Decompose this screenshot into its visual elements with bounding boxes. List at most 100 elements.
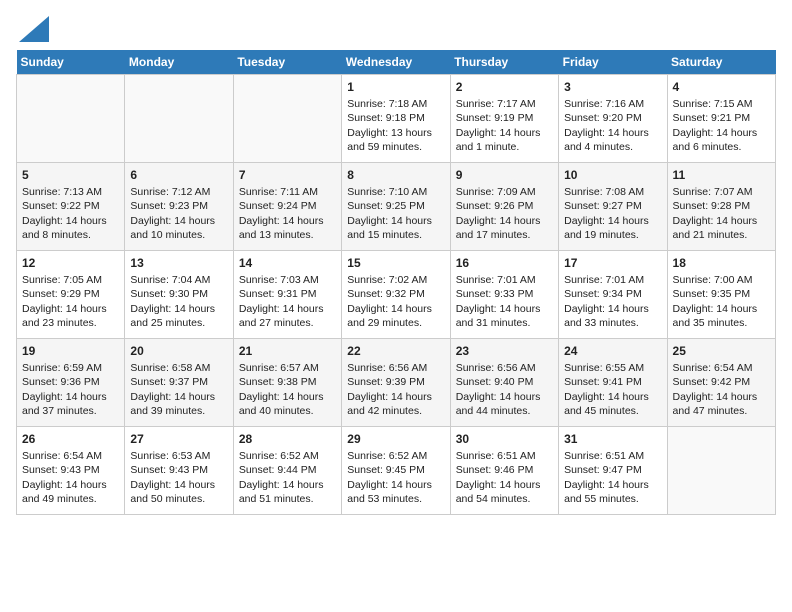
day-number: 30: [456, 431, 553, 447]
calendar-cell: 28Sunrise: 6:52 AMSunset: 9:44 PMDayligh…: [233, 427, 341, 515]
day-number: 31: [564, 431, 661, 447]
calendar-cell: 17 Sunrise: 7:01 AMSunset: 9:34 PMDayligh…: [559, 251, 667, 339]
calendar-cell: 29Sunrise: 6:52 AMSunset: 9:45 PMDayligh…: [342, 427, 450, 515]
sunset-time: Sunset: 9:20 PM: [564, 111, 661, 125]
calendar-cell: 18Sunrise: 7:00 AMSunset: 9:35 PMDayligh…: [667, 251, 775, 339]
daylight-hours: Daylight: 13 hours and 59 minutes.: [347, 126, 444, 154]
sunset-time: Sunset: 9:30 PM: [130, 287, 227, 301]
day-of-week-header: Wednesday: [342, 50, 450, 75]
sunset-time: Sunset: 9:26 PM: [456, 199, 553, 213]
daylight-hours: Daylight: 14 hours and 53 minutes.: [347, 478, 444, 506]
sunset-time: Sunset: 9:24 PM: [239, 199, 336, 213]
day-number: 18: [673, 255, 770, 271]
calendar-cell: [125, 75, 233, 163]
day-number: 6: [130, 167, 227, 183]
daylight-hours: Daylight: 14 hours and 39 minutes.: [130, 390, 227, 418]
calendar-cell: 16Sunrise: 7:01 AMSunset: 9:33 PMDayligh…: [450, 251, 558, 339]
sunrise-time: Sunrise: 7:01 AM: [564, 273, 661, 287]
day-number: 23: [456, 343, 553, 359]
daylight-hours: Daylight: 14 hours and 40 minutes.: [239, 390, 336, 418]
day-number: 11: [673, 167, 770, 183]
sunrise-time: Sunrise: 7:09 AM: [456, 185, 553, 199]
sunrise-time: Sunrise: 7:13 AM: [22, 185, 119, 199]
daylight-hours: Daylight: 14 hours and 44 minutes.: [456, 390, 553, 418]
calendar-cell: [667, 427, 775, 515]
sunset-time: Sunset: 9:34 PM: [564, 287, 661, 301]
calendar-cell: 22Sunrise: 6:56 AMSunset: 9:39 PMDayligh…: [342, 339, 450, 427]
day-number: 15: [347, 255, 444, 271]
calendar-cell: 21Sunrise: 6:57 AMSunset: 9:38 PMDayligh…: [233, 339, 341, 427]
sunrise-time: Sunrise: 6:52 AM: [347, 449, 444, 463]
sunrise-time: Sunrise: 7:00 AM: [673, 273, 770, 287]
calendar-cell: 27Sunrise: 6:53 AMSunset: 9:43 PMDayligh…: [125, 427, 233, 515]
day-number: 7: [239, 167, 336, 183]
sunrise-time: Sunrise: 6:56 AM: [347, 361, 444, 375]
calendar-cell: 11Sunrise: 7:07 AMSunset: 9:28 PMDayligh…: [667, 163, 775, 251]
daylight-hours: Daylight: 14 hours and 47 minutes.: [673, 390, 770, 418]
day-number: 22: [347, 343, 444, 359]
day-of-week-header: Monday: [125, 50, 233, 75]
day-number: 20: [130, 343, 227, 359]
day-number: 21: [239, 343, 336, 359]
day-number: 4: [673, 79, 770, 95]
sunset-time: Sunset: 9:39 PM: [347, 375, 444, 389]
sunrise-time: Sunrise: 7:08 AM: [564, 185, 661, 199]
sunrise-time: Sunrise: 6:55 AM: [564, 361, 661, 375]
logo-icon: [19, 16, 49, 42]
calendar-cell: 12Sunrise: 7:05 AMSunset: 9:29 PMDayligh…: [17, 251, 125, 339]
day-number: 27: [130, 431, 227, 447]
sunrise-time: Sunrise: 6:53 AM: [130, 449, 227, 463]
daylight-hours: Daylight: 14 hours and 37 minutes.: [22, 390, 119, 418]
day-of-week-header: Tuesday: [233, 50, 341, 75]
daylight-hours: Daylight: 14 hours and 27 minutes.: [239, 302, 336, 330]
sunrise-time: Sunrise: 6:58 AM: [130, 361, 227, 375]
calendar-cell: 2Sunrise: 7:17 AMSunset: 9:19 PMDaylight…: [450, 75, 558, 163]
sunrise-time: Sunrise: 6:51 AM: [456, 449, 553, 463]
calendar-cell: 19Sunrise: 6:59 AMSunset: 9:36 PMDayligh…: [17, 339, 125, 427]
day-number: 5: [22, 167, 119, 183]
sunset-time: Sunset: 9:28 PM: [673, 199, 770, 213]
sunset-time: Sunset: 9:38 PM: [239, 375, 336, 389]
day-number: 29: [347, 431, 444, 447]
sunrise-time: Sunrise: 7:01 AM: [456, 273, 553, 287]
sunrise-time: Sunrise: 7:12 AM: [130, 185, 227, 199]
sunrise-time: Sunrise: 7:05 AM: [22, 273, 119, 287]
daylight-hours: Daylight: 14 hours and 54 minutes.: [456, 478, 553, 506]
day-of-week-header: Sunday: [17, 50, 125, 75]
day-number: 17: [564, 255, 661, 271]
daylight-hours: Daylight: 14 hours and 31 minutes.: [456, 302, 553, 330]
daylight-hours: Daylight: 14 hours and 29 minutes.: [347, 302, 444, 330]
sunrise-time: Sunrise: 7:04 AM: [130, 273, 227, 287]
sunset-time: Sunset: 9:33 PM: [456, 287, 553, 301]
sunset-time: Sunset: 9:36 PM: [22, 375, 119, 389]
day-number: 2: [456, 79, 553, 95]
daylight-hours: Daylight: 14 hours and 33 minutes.: [564, 302, 661, 330]
sunset-time: Sunset: 9:41 PM: [564, 375, 661, 389]
daylight-hours: Daylight: 14 hours and 15 minutes.: [347, 214, 444, 242]
sunset-time: Sunset: 9:31 PM: [239, 287, 336, 301]
daylight-hours: Daylight: 14 hours and 35 minutes.: [673, 302, 770, 330]
calendar-cell: 10Sunrise: 7:08 AMSunset: 9:27 PMDayligh…: [559, 163, 667, 251]
day-number: 14: [239, 255, 336, 271]
calendar-cell: 4Sunrise: 7:15 AMSunset: 9:21 PMDaylight…: [667, 75, 775, 163]
sunset-time: Sunset: 9:44 PM: [239, 463, 336, 477]
sunset-time: Sunset: 9:27 PM: [564, 199, 661, 213]
calendar-cell: 26Sunrise: 6:54 AMSunset: 9:43 PMDayligh…: [17, 427, 125, 515]
calendar-cell: 20Sunrise: 6:58 AMSunset: 9:37 PMDayligh…: [125, 339, 233, 427]
sunrise-time: Sunrise: 7:16 AM: [564, 97, 661, 111]
sunset-time: Sunset: 9:43 PM: [130, 463, 227, 477]
calendar-cell: 3Sunrise: 7:16 AMSunset: 9:20 PMDaylight…: [559, 75, 667, 163]
sunset-time: Sunset: 9:43 PM: [22, 463, 119, 477]
calendar-cell: 13Sunrise: 7:04 AMSunset: 9:30 PMDayligh…: [125, 251, 233, 339]
sunset-time: Sunset: 9:47 PM: [564, 463, 661, 477]
day-number: 1: [347, 79, 444, 95]
sunrise-time: Sunrise: 7:02 AM: [347, 273, 444, 287]
sunset-time: Sunset: 9:19 PM: [456, 111, 553, 125]
day-of-week-header: Friday: [559, 50, 667, 75]
day-of-week-header: Saturday: [667, 50, 775, 75]
day-of-week-header: Thursday: [450, 50, 558, 75]
calendar-cell: 14Sunrise: 7:03 AMSunset: 9:31 PMDayligh…: [233, 251, 341, 339]
calendar-cell: 15Sunrise: 7:02 AMSunset: 9:32 PMDayligh…: [342, 251, 450, 339]
daylight-hours: Daylight: 14 hours and 25 minutes.: [130, 302, 227, 330]
sunrise-time: Sunrise: 7:18 AM: [347, 97, 444, 111]
